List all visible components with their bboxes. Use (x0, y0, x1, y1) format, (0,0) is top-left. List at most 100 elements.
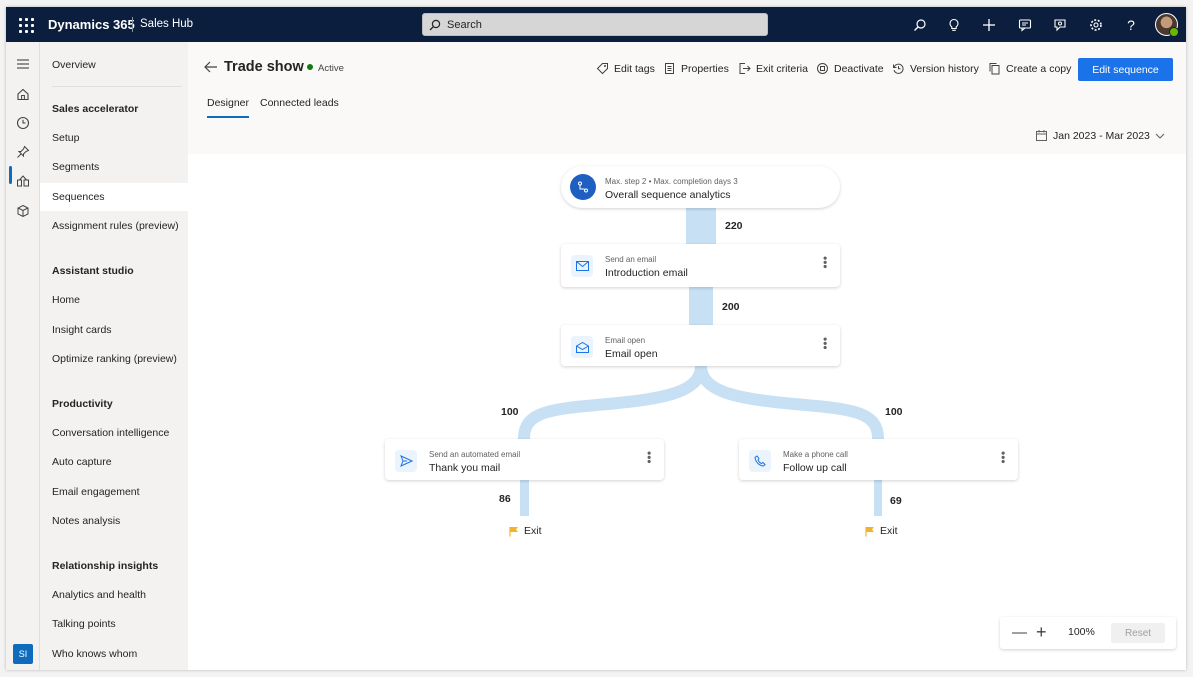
step-card-email-open[interactable]: Email open Email open ••• (561, 325, 840, 366)
cube-icon[interactable] (15, 203, 31, 219)
flow-bar-220 (686, 208, 716, 244)
user-avatar[interactable] (1155, 13, 1179, 37)
sales-accelerator-icon[interactable] (15, 173, 31, 189)
back-arrow-icon[interactable] (204, 60, 218, 78)
flow-bar-69 (874, 480, 882, 516)
sidebar-item-assignment-rules[interactable]: Assignment rules (preview) (40, 212, 188, 240)
calendar-icon (1036, 130, 1047, 141)
sidebar-item-home[interactable]: Home (40, 286, 188, 314)
edit-tags-button[interactable]: Edit tags (596, 62, 655, 75)
chat-icon[interactable] (1016, 16, 1034, 34)
hamburger-menu-icon[interactable] (15, 56, 31, 72)
designer-canvas[interactable]: Max. step 2 • Max. completion days 3 Ove… (188, 154, 1186, 670)
brand-name[interactable]: Dynamics 365 (48, 17, 135, 32)
help-icon[interactable]: ? (1122, 16, 1140, 34)
properties-icon (665, 63, 674, 74)
sidebar-item-setup[interactable]: Setup (40, 124, 188, 152)
sidebar-item-insight-cards[interactable]: Insight cards (40, 316, 188, 344)
lightbulb-icon[interactable] (945, 16, 963, 34)
email-open-icon (571, 336, 593, 358)
count-220: 220 (725, 220, 743, 232)
flow-bar-200 (689, 287, 713, 325)
overall-subtitle: Max. step 2 • Max. completion days 3 (605, 177, 738, 186)
assist-icon[interactable] (1051, 16, 1069, 34)
flow-connectors (518, 208, 884, 516)
step-subtitle: Email open (605, 336, 646, 345)
app-window: Dynamics 365 Sales Hub Search ? SI Overv… (6, 7, 1186, 670)
reset-zoom-button[interactable]: Reset (1111, 623, 1165, 643)
more-options-icon[interactable]: ••• (642, 451, 656, 464)
tab-active-indicator (207, 116, 249, 118)
app-name[interactable]: Sales Hub (140, 18, 193, 30)
sidebar-group-sales-accelerator: Sales accelerator (52, 103, 139, 115)
sidebar-item-segments[interactable]: Segments (40, 153, 188, 181)
deactivate-icon (817, 63, 828, 74)
step-title: Email open (605, 348, 658, 360)
exit-criteria-button[interactable]: Exit criteria (738, 62, 808, 75)
count-100-right: 100 (885, 406, 903, 418)
search-records-icon[interactable] (911, 16, 929, 34)
settings-gear-icon[interactable] (1087, 16, 1105, 34)
phone-icon (749, 450, 771, 472)
search-input[interactable]: Search (422, 13, 768, 36)
sidebar-nav: Overview Sales accelerator Setup Segment… (40, 42, 188, 670)
pinned-icon[interactable] (15, 144, 31, 160)
flow-bar-86 (520, 480, 529, 516)
copy-icon (989, 63, 1000, 75)
version-history-button[interactable]: Version history (892, 62, 979, 75)
status-active-dot (307, 64, 313, 70)
sidebar-item-talking-points[interactable]: Talking points (40, 610, 188, 638)
sidebar-item-email-engagement[interactable]: Email engagement (40, 478, 188, 506)
date-range-picker[interactable]: Jan 2023 - Mar 2023 (1035, 129, 1165, 142)
sidebar-item-notes-analysis[interactable]: Notes analysis (40, 507, 188, 535)
flag-icon (509, 526, 518, 536)
properties-button[interactable]: Properties (663, 62, 729, 75)
exit-node-left: Exit (509, 525, 542, 537)
brand-divider (132, 17, 133, 32)
sidebar-item-analytics-and-health[interactable]: Analytics and health (40, 581, 188, 609)
zoom-out-button[interactable]: — (1012, 624, 1027, 641)
add-icon[interactable] (980, 16, 998, 34)
sidebar-item-auto-capture[interactable]: Auto capture (40, 448, 188, 476)
create-copy-button[interactable]: Create a copy (988, 62, 1071, 75)
count-69: 69 (890, 495, 902, 507)
step-card-introduction-email[interactable]: Send an email Introduction email ••• (561, 244, 840, 287)
step-title: Thank you mail (429, 462, 501, 474)
flag-icon (865, 526, 874, 536)
chevron-down-icon (1155, 133, 1165, 139)
deactivate-button[interactable]: Deactivate (816, 62, 884, 75)
step-card-thank-you-mail[interactable]: Send an automated email Thank you mail •… (385, 439, 664, 480)
more-options-icon[interactable]: ••• (818, 337, 832, 350)
icon-rail: SI (6, 42, 40, 670)
tab-designer[interactable]: Designer (207, 97, 249, 109)
more-options-icon[interactable]: ••• (996, 451, 1010, 464)
sidebar-group-relationship-insights: Relationship insights (52, 560, 159, 572)
edit-sequence-button[interactable]: Edit sequence (1078, 58, 1173, 81)
tab-connected-leads[interactable]: Connected leads (260, 97, 339, 109)
sidebar-item-conversation-intelligence[interactable]: Conversation intelligence (40, 419, 188, 447)
rail-selection-indicator (9, 166, 12, 184)
zoom-in-button[interactable]: + (1036, 622, 1047, 643)
zoom-controls: — + 100% Reset (1000, 617, 1176, 649)
app-launcher-icon[interactable] (16, 15, 36, 35)
recent-clock-icon[interactable] (15, 115, 31, 131)
step-subtitle: Send an email (605, 255, 657, 264)
sidebar-divider (52, 86, 182, 87)
overall-analytics-card[interactable]: Max. step 2 • Max. completion days 3 Ove… (561, 166, 840, 208)
sidebar-group-productivity: Productivity (52, 398, 113, 410)
step-subtitle: Make a phone call (783, 450, 848, 459)
sidebar-item-overview[interactable]: Overview (40, 51, 188, 79)
home-icon[interactable] (15, 86, 31, 102)
sidebar-item-optimize-ranking[interactable]: Optimize ranking (preview) (40, 345, 188, 373)
step-card-follow-up-call[interactable]: Make a phone call Follow up call ••• (739, 439, 1018, 480)
sidebar-item-sequences[interactable]: Sequences (40, 183, 188, 211)
area-switcher-badge[interactable]: SI (13, 644, 33, 664)
overall-title: Overall sequence analytics (605, 189, 731, 201)
zoom-level: 100% (1068, 626, 1095, 638)
step-title: Introduction email (605, 267, 688, 279)
more-options-icon[interactable]: ••• (818, 256, 832, 269)
exit-node-right: Exit (865, 525, 898, 537)
search-placeholder: Search (447, 19, 482, 31)
sidebar-item-who-knows-whom[interactable]: Who knows whom (40, 640, 188, 668)
step-subtitle: Send an automated email (429, 450, 521, 459)
